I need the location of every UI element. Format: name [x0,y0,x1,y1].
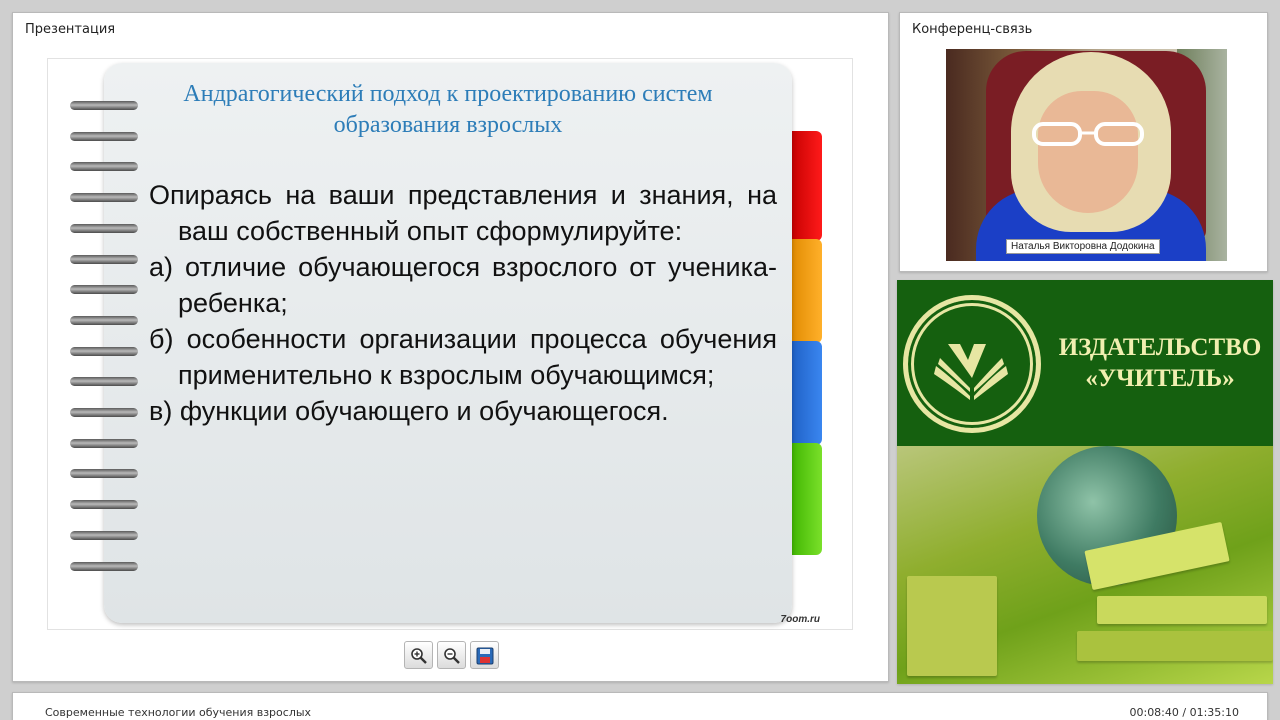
notebook-ring [70,193,138,203]
slide-title-line1: Андрагогический подход к проектированию … [183,81,713,107]
book-stack-illustration [907,576,997,676]
slide-item-c: в) функции обучающего и обучающегося. [149,396,669,426]
zoom-in-button[interactable] [404,641,433,669]
notebook-ring [70,530,138,540]
conference-panel-title: Конференц-связь [912,22,1033,37]
slide-watermark: 7oom.ru [780,614,820,625]
banner-illustration [897,446,1273,684]
speaker-glasses [1032,122,1144,146]
slide-item-b: б) особенности организации процесса обуч… [149,324,777,390]
publisher-name: ИЗДАТЕЛЬСТВО «УЧИТЕЛЬ» [1057,332,1263,394]
notebook-ring [70,254,138,264]
notebook-ring [70,500,138,510]
save-button[interactable] [470,641,499,669]
speaker-name-label: Наталья Викторовна Додокина [1006,239,1160,254]
zoom-in-icon [411,648,427,664]
save-icon [476,647,494,665]
publisher-name-line1: ИЗДАТЕЛЬСТВО [1058,334,1262,361]
notebook-ring [70,285,138,295]
speaker-face [1038,91,1138,213]
publisher-banner[interactable]: ИЗДАТЕЛЬСТВО «УЧИТЕЛЬ» [897,280,1273,684]
slide-body: Опираясь на ваши представления и знания,… [149,177,777,429]
publisher-logo [903,295,1041,433]
slide-title-line2: образования взрослых [333,112,563,138]
notebook-ring [70,561,138,571]
bottom-bar: Современные технологии обучения взрослых… [12,692,1268,720]
notebook-ring [70,408,138,417]
speaker-video[interactable]: Наталья Викторовна Додокина [946,49,1227,261]
slide-tab-green [790,443,822,555]
notebook-ring [70,469,138,479]
slide-item-a: а) отличие обучающегося взрослого от уче… [149,252,777,318]
open-book-logo-icon [934,344,1008,400]
book-illustration-3 [1077,631,1273,661]
notebook-ring [70,438,138,448]
notebook-ring [70,346,138,356]
slide-title: Андрагогический подход к проектированию … [108,79,788,141]
publisher-name-line2: «УЧИТЕЛЬ» [1085,365,1235,392]
course-title: Современные технологии обучения взрослых [45,706,312,719]
banner-top: ИЗДАТЕЛЬСТВО «УЧИТЕЛЬ» [897,280,1273,446]
slide-tab-orange [790,239,822,343]
presentation-panel: Презентация Андрагогический подход к про… [12,12,889,682]
zoom-out-button[interactable] [437,641,466,669]
notebook-ring [70,377,138,387]
conference-panel: Конференц-связь Наталья Викторовна Додок… [899,12,1268,272]
notebook-ring [70,162,138,172]
notebook-ring [70,315,138,325]
slide: Андрагогический подход к проектированию … [47,58,853,630]
slide-intro: Опираясь на ваши представления и знания,… [149,180,777,246]
presentation-panel-title: Презентация [25,22,116,37]
slide-tab-blue [790,341,822,445]
book-illustration-2 [1097,596,1267,624]
notebook-ring [70,223,138,233]
playback-time: 00:08:40 / 01:35:10 [1129,706,1239,719]
zoom-out-icon [444,648,460,664]
slide-tab-red [790,131,822,241]
